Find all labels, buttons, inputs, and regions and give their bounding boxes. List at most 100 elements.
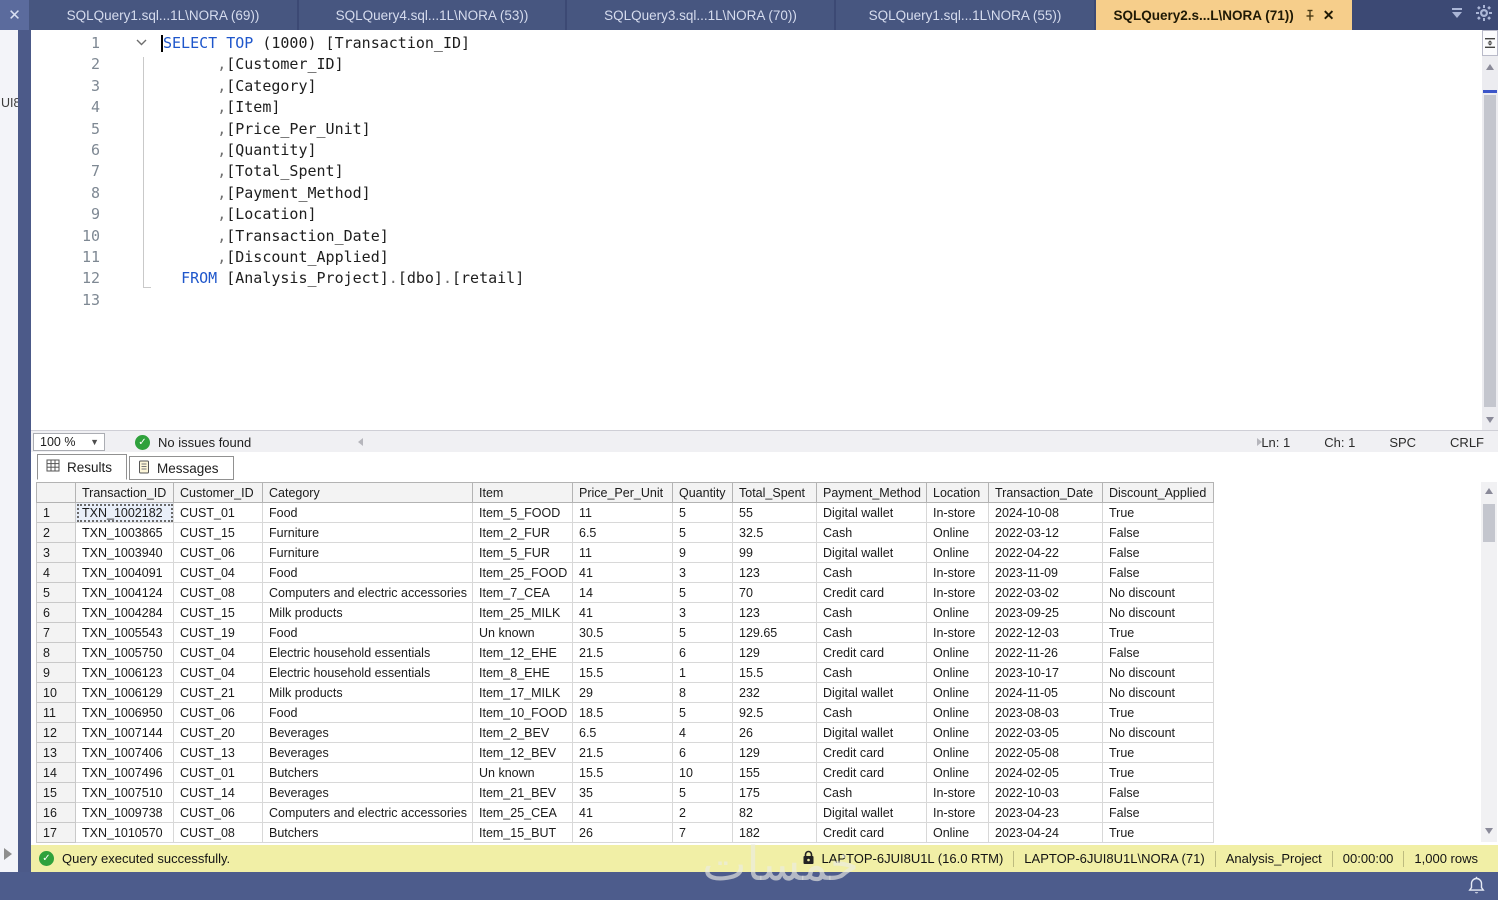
grid-cell[interactable]: No discount bbox=[1102, 602, 1214, 623]
results-pane-tab-messages[interactable]: Messages bbox=[129, 456, 234, 480]
grid-cell[interactable]: 2022-05-08 bbox=[988, 742, 1103, 763]
grid-cell[interactable]: Item_25_MILK bbox=[472, 602, 573, 623]
row-header[interactable]: 15 bbox=[36, 782, 76, 803]
grid-cell[interactable]: Item_17_MILK bbox=[472, 682, 573, 703]
grid-cell[interactable]: Computers and electric accessories bbox=[262, 582, 473, 603]
row-header[interactable]: 11 bbox=[36, 702, 76, 723]
grid-cell[interactable]: TXN_1007144 bbox=[75, 722, 174, 743]
grid-cell[interactable]: Milk products bbox=[262, 602, 473, 623]
grid-cell[interactable]: Beverages bbox=[262, 782, 473, 803]
row-header[interactable]: 5 bbox=[36, 582, 76, 603]
code-line[interactable]: 8 ,[Payment_Method] bbox=[31, 183, 1482, 204]
grid-cell[interactable]: Online bbox=[926, 642, 989, 663]
grid-cell[interactable]: TXN_1002182 bbox=[75, 502, 174, 523]
grid-cell[interactable]: Credit card bbox=[816, 582, 927, 603]
grid-cell[interactable]: True bbox=[1102, 702, 1214, 723]
grid-cell[interactable]: Online bbox=[926, 702, 989, 723]
grid-cell[interactable]: Item_25_FOOD bbox=[472, 562, 573, 583]
close-tab-icon[interactable]: ✕ bbox=[1323, 7, 1335, 24]
line-ending-indicator[interactable]: CRLF bbox=[1450, 435, 1484, 450]
column-header-payment_method[interactable]: Payment_Method bbox=[816, 482, 927, 503]
code-line[interactable]: 11 ,[Discount_Applied] bbox=[31, 247, 1482, 268]
grid-cell[interactable]: 2024-11-05 bbox=[988, 682, 1103, 703]
grid-cell[interactable]: 2 bbox=[672, 802, 733, 823]
health-check-icon[interactable]: ✓ bbox=[135, 434, 150, 450]
code-line[interactable]: 10 ,[Transaction_Date] bbox=[31, 226, 1482, 247]
grid-cell[interactable]: Digital wallet bbox=[816, 802, 927, 823]
grid-cell[interactable]: 82 bbox=[732, 802, 817, 823]
editor-tab[interactable]: SQLQuery1.sql...1L\NORA (69)) bbox=[29, 0, 297, 30]
grid-cell[interactable]: Food bbox=[262, 502, 473, 523]
grid-cell[interactable]: Online bbox=[926, 542, 989, 563]
grid-cell[interactable]: Item_7_CEA bbox=[472, 582, 573, 603]
grid-cell[interactable]: Credit card bbox=[816, 642, 927, 663]
grid-cell[interactable]: Beverages bbox=[262, 722, 473, 743]
row-header[interactable]: 10 bbox=[36, 682, 76, 703]
grid-cell[interactable]: 41 bbox=[572, 562, 673, 583]
grid-cell[interactable]: 2023-11-09 bbox=[988, 562, 1103, 583]
grid-cell[interactable]: 26 bbox=[732, 722, 817, 743]
grid-cell[interactable]: 10 bbox=[672, 762, 733, 783]
grid-cell[interactable]: 129 bbox=[732, 742, 817, 763]
grid-cell[interactable]: TXN_1006950 bbox=[75, 702, 174, 723]
grid-cell[interactable]: 2023-04-23 bbox=[988, 802, 1103, 823]
grid-cell[interactable]: CUST_15 bbox=[173, 522, 263, 543]
code-line[interactable]: 7 ,[Total_Spent] bbox=[31, 161, 1482, 182]
grid-cell[interactable]: In-store bbox=[926, 502, 989, 523]
column-header-customer_id[interactable]: Customer_ID bbox=[173, 482, 263, 503]
grid-cell[interactable]: 6 bbox=[672, 742, 733, 763]
grid-cell[interactable]: 2024-10-08 bbox=[988, 502, 1103, 523]
grid-cell[interactable]: Online bbox=[926, 722, 989, 743]
grid-cell[interactable]: 3 bbox=[672, 562, 733, 583]
grid-cell[interactable]: 232 bbox=[732, 682, 817, 703]
grid-cell[interactable]: 5 bbox=[672, 782, 733, 803]
grid-cell[interactable]: Item_8_EHE bbox=[472, 662, 573, 683]
grid-cell[interactable]: TXN_1010570 bbox=[75, 822, 174, 843]
code-line[interactable]: 9 ,[Location] bbox=[31, 204, 1482, 225]
grid-cell[interactable]: 2023-04-24 bbox=[988, 822, 1103, 843]
grid-cell[interactable]: Digital wallet bbox=[816, 502, 927, 523]
grid-cell[interactable]: In-store bbox=[926, 622, 989, 643]
editor-vertical-scrollbar[interactable] bbox=[1482, 30, 1498, 430]
grid-cell[interactable]: CUST_06 bbox=[173, 702, 263, 723]
hscroll-left-arrow-icon[interactable] bbox=[358, 438, 363, 446]
grid-cell[interactable]: Furniture bbox=[262, 542, 473, 563]
grid-cell[interactable]: TXN_1006129 bbox=[75, 682, 174, 703]
grid-cell[interactable]: 21.5 bbox=[572, 642, 673, 663]
column-header-location[interactable]: Location bbox=[926, 482, 989, 503]
grid-cell[interactable]: CUST_08 bbox=[173, 822, 263, 843]
grid-cell[interactable]: Item_2_FUR bbox=[472, 522, 573, 543]
grid-cell[interactable]: 2022-10-03 bbox=[988, 782, 1103, 803]
grid-cell[interactable]: 182 bbox=[732, 822, 817, 843]
code-line[interactable]: 13 bbox=[31, 290, 1482, 311]
grid-cell[interactable]: Item_10_FOOD bbox=[472, 702, 573, 723]
grid-cell[interactable]: 2022-12-03 bbox=[988, 622, 1103, 643]
grid-cell[interactable]: CUST_06 bbox=[173, 802, 263, 823]
row-header[interactable]: 4 bbox=[36, 562, 76, 583]
editor-tab[interactable]: SQLQuery4.sql...1L\NORA (53)) bbox=[299, 0, 565, 30]
expand-panel-arrow-icon[interactable] bbox=[4, 848, 12, 860]
grid-cell[interactable]: 6.5 bbox=[572, 722, 673, 743]
grid-cell[interactable]: TXN_1004124 bbox=[75, 582, 174, 603]
grid-cell[interactable]: CUST_04 bbox=[173, 662, 263, 683]
grid-cell[interactable]: 9 bbox=[672, 542, 733, 563]
zoom-level-dropdown[interactable]: 100 % ▼ bbox=[33, 433, 105, 451]
grid-cell[interactable]: Cash bbox=[816, 602, 927, 623]
grid-cell[interactable]: Butchers bbox=[262, 822, 473, 843]
grid-cell[interactable]: No discount bbox=[1102, 662, 1214, 683]
grid-cell[interactable]: 5 bbox=[672, 702, 733, 723]
grid-cell[interactable]: TXN_1003865 bbox=[75, 522, 174, 543]
grid-cell[interactable]: Digital wallet bbox=[816, 542, 927, 563]
grid-cell[interactable]: Credit card bbox=[816, 742, 927, 763]
column-header-transaction_id[interactable]: Transaction_ID bbox=[75, 482, 174, 503]
notification-bell-icon[interactable] bbox=[1467, 876, 1486, 900]
close-pane-icon[interactable]: ✕ bbox=[0, 0, 29, 30]
grid-cell[interactable]: In-store bbox=[926, 582, 989, 603]
grid-cell[interactable]: TXN_1007510 bbox=[75, 782, 174, 803]
grid-cell[interactable]: 155 bbox=[732, 762, 817, 783]
grid-cell[interactable]: 11 bbox=[572, 542, 673, 563]
code-line[interactable]: 2 ,[Customer_ID] bbox=[31, 54, 1482, 75]
column-header-item[interactable]: Item bbox=[472, 482, 573, 503]
scroll-down-arrow-icon[interactable] bbox=[1486, 417, 1494, 423]
row-header[interactable]: 7 bbox=[36, 622, 76, 643]
